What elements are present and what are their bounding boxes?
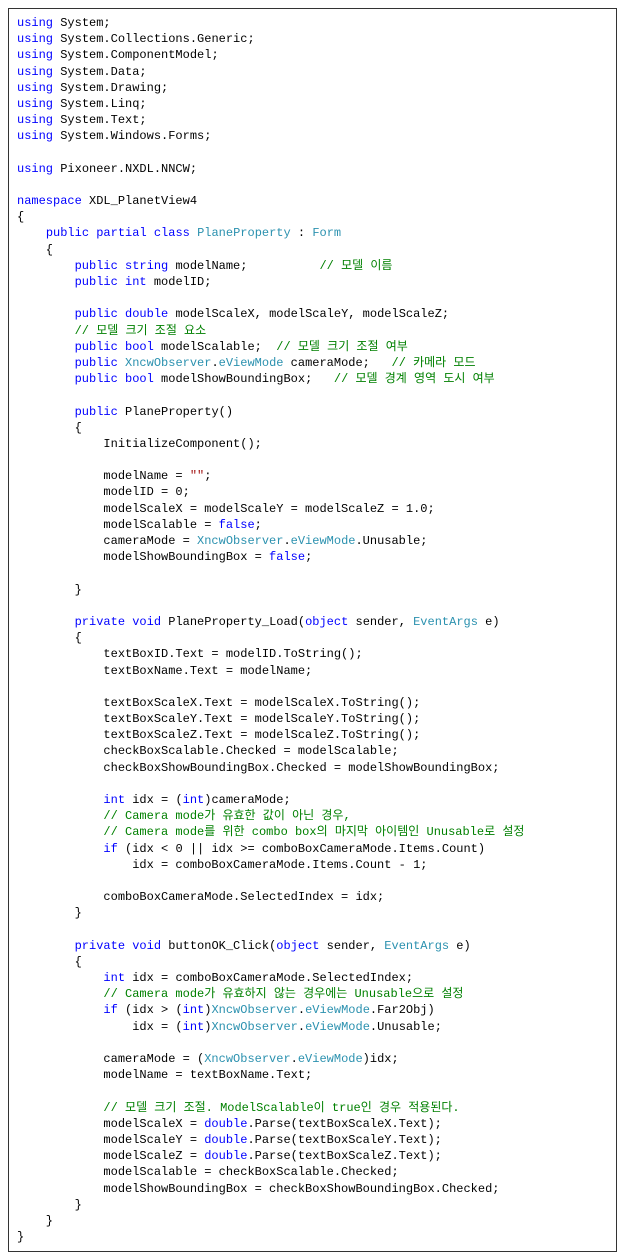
code-content: using System; using System.Collections.G… [17,16,524,1244]
code-block: using System; using System.Collections.G… [8,8,617,1252]
